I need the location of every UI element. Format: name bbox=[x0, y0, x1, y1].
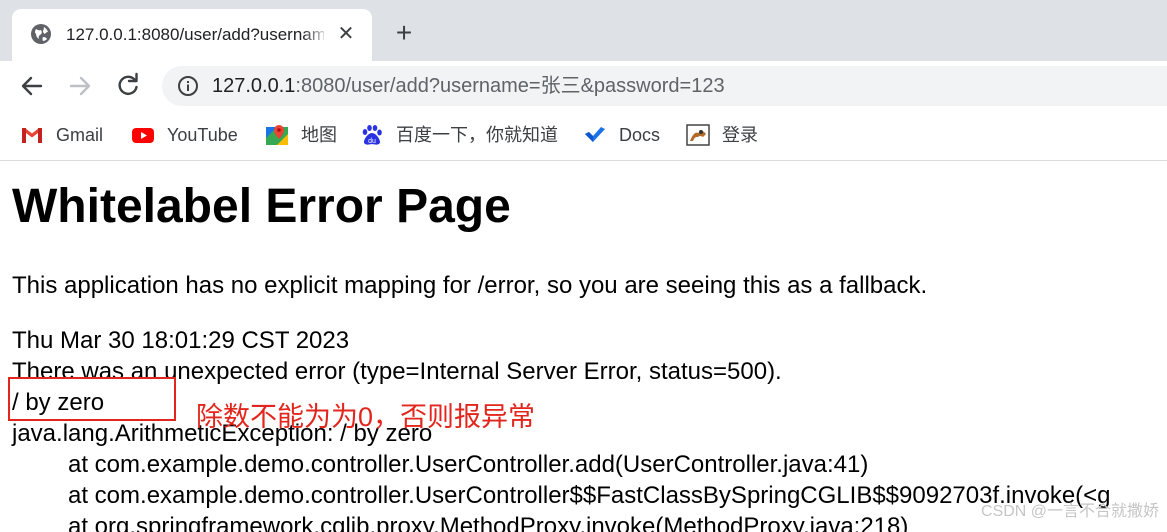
bookmark-label: Gmail bbox=[56, 125, 104, 145]
gmail-icon bbox=[22, 128, 42, 143]
reload-icon[interactable] bbox=[114, 72, 142, 100]
svg-text:du: du bbox=[368, 138, 376, 145]
page-title: Whitelabel Error Page bbox=[12, 180, 511, 233]
url-host: 127.0.0.1 bbox=[212, 75, 296, 97]
docs-icon bbox=[585, 127, 605, 142]
page-content: Whitelabel Error Page This application h… bbox=[0, 161, 1167, 532]
maps-icon bbox=[266, 125, 288, 145]
login-icon bbox=[686, 124, 710, 146]
intro-text: This application has no explicit mapping… bbox=[12, 272, 928, 299]
stack-trace-line: at org.springframework.cglib.proxy.Metho… bbox=[68, 513, 909, 532]
stack-trace-line: at com.example.demo.controller.UserContr… bbox=[68, 451, 869, 478]
bookmark-label: 百度一下，你就知道 bbox=[396, 125, 558, 145]
globe-icon bbox=[31, 24, 51, 44]
url-text[interactable]: 127.0.0.1:8080/user/add?username=张三&pass… bbox=[212, 73, 725, 99]
tab-title: 127.0.0.1:8080/user/add?username=张三&pass… bbox=[66, 25, 324, 44]
forward-arrow-icon[interactable] bbox=[66, 72, 94, 100]
back-arrow-icon[interactable] bbox=[18, 72, 46, 100]
bookmark-label: 登录 bbox=[722, 125, 758, 145]
bookmark-label: Docs bbox=[619, 125, 661, 145]
baidu-icon: du bbox=[362, 125, 382, 145]
close-tab-icon[interactable]: ✕ bbox=[334, 22, 358, 46]
timestamp-text: Thu Mar 30 18:01:29 CST 2023 bbox=[12, 327, 350, 354]
annotation-highlight-box bbox=[8, 377, 176, 421]
annotation-text: 除数不能为为0，否则报异常 bbox=[196, 402, 536, 432]
browser-tab[interactable]: 127.0.0.1:8080/user/add?username=张三&pass… bbox=[12, 9, 372, 61]
csdn-watermark: CSDN @一言不合就撒娇 bbox=[980, 503, 1159, 520]
tab-strip: 127.0.0.1:8080/user/add?username=张三&pass… bbox=[0, 0, 1167, 61]
tab-title-fade bbox=[302, 21, 330, 49]
browser-toolbar: 127.0.0.1:8080/user/add?username=张三&pass… bbox=[0, 61, 1167, 112]
info-icon[interactable] bbox=[177, 75, 199, 97]
bookmarks-bar: Gmail YouTube 地图 du 百度一下，你就知道 Docs 登录 bbox=[0, 112, 1167, 161]
new-tab-button[interactable]: + bbox=[389, 19, 419, 49]
url-path: :8080/user/add?username=张三&password=123 bbox=[295, 75, 725, 97]
address-bar[interactable]: 127.0.0.1:8080/user/add?username=张三&pass… bbox=[162, 66, 1167, 106]
bookmark-label: YouTube bbox=[167, 125, 238, 145]
stack-trace-line: at com.example.demo.controller.UserContr… bbox=[68, 482, 1111, 509]
bookmark-label: 地图 bbox=[301, 125, 337, 145]
youtube-icon bbox=[132, 128, 154, 143]
